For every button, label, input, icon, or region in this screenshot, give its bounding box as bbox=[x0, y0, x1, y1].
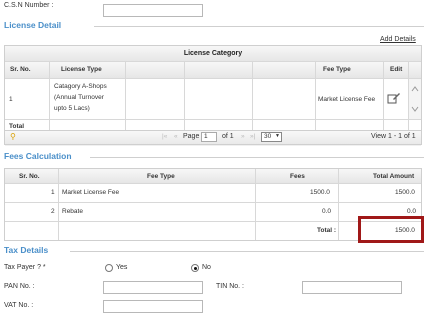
fees-row-fees: 1500.0 bbox=[310, 189, 330, 196]
fees-row-type: Market License Fee bbox=[62, 189, 120, 196]
pan-input[interactable] bbox=[103, 281, 203, 294]
license-row-fee-type: Market License Fee bbox=[318, 96, 376, 103]
license-grid-scrollbar[interactable] bbox=[409, 79, 421, 119]
fees-section-divider bbox=[90, 157, 424, 158]
tax-section-divider bbox=[70, 251, 424, 252]
fees-row-sr: 1 bbox=[51, 189, 55, 196]
fees-section-title: Fees Calculation bbox=[4, 151, 72, 161]
fees-total-label: Total : bbox=[317, 227, 337, 234]
last-page-icon[interactable]: »| bbox=[250, 133, 255, 140]
page-input[interactable]: 1 bbox=[201, 132, 217, 142]
edit-icon[interactable] bbox=[387, 92, 401, 104]
col-sr-no: Sr. No. bbox=[10, 66, 31, 73]
license-row[interactable]: 1 Catagory A-Shops (Annual Turnover upto… bbox=[5, 79, 407, 119]
fees-row-total: 0.0 bbox=[407, 208, 417, 215]
fees-header-row bbox=[5, 169, 421, 183]
view-records-text: View 1 - 1 of 1 bbox=[371, 133, 416, 140]
first-page-icon[interactable]: |« bbox=[162, 133, 167, 140]
total-highlight-box bbox=[358, 216, 424, 243]
tax-payer-no-label: No bbox=[202, 264, 211, 271]
grid-rule bbox=[5, 119, 421, 120]
tax-payer-yes-label: Yes bbox=[116, 264, 128, 271]
vat-label: VAT No. : bbox=[4, 302, 34, 309]
page-label: Page bbox=[183, 133, 200, 140]
vat-input[interactable] bbox=[103, 300, 203, 313]
tax-payer-yes-radio[interactable] bbox=[105, 264, 113, 272]
next-page-icon[interactable]: » bbox=[241, 133, 245, 140]
fees-row-type: Rebate bbox=[62, 208, 83, 215]
license-row-sr: 1 bbox=[9, 96, 13, 103]
fees-col-fees: Fees bbox=[290, 173, 305, 180]
fees-col-total: Total Amount bbox=[373, 173, 415, 180]
page-of-label: of 1 bbox=[222, 133, 234, 140]
col-fee-type: Fee Type bbox=[323, 66, 351, 73]
license-row-type-line2: (Annual Turnover bbox=[54, 94, 104, 101]
pager: ⚲ |« « Page 1 of 1 » »| 30 ▼ View 1 - 1 … bbox=[4, 130, 422, 145]
rows-per-page-select[interactable]: 30 ▼ bbox=[261, 132, 282, 142]
license-section-title: License Detail bbox=[4, 20, 62, 30]
tax-section-title: Tax Details bbox=[4, 245, 49, 255]
pan-label: PAN No. : bbox=[4, 283, 35, 290]
col-license-type: License Type bbox=[61, 66, 102, 73]
tax-payer-label: Tax Payer ? * bbox=[4, 264, 46, 271]
license-total-label: Total bbox=[9, 123, 25, 130]
col-edit: Edit bbox=[390, 66, 403, 73]
csn-label: C.S.N Number : bbox=[4, 2, 54, 9]
search-icon[interactable]: ⚲ bbox=[10, 132, 16, 141]
license-row-type-line3: upto 5 Lacs) bbox=[54, 105, 90, 112]
chevron-down-icon: ▼ bbox=[275, 133, 280, 139]
fees-row-fees: 0.0 bbox=[322, 208, 332, 215]
fees-row[interactable]: 1 Market License Fee 1500.0 1500.0 bbox=[5, 184, 421, 202]
add-details-link[interactable]: Add Details bbox=[380, 36, 416, 43]
rows-per-page-value: 30 bbox=[264, 133, 272, 140]
csn-input[interactable] bbox=[103, 4, 203, 17]
prev-page-icon[interactable]: « bbox=[174, 133, 178, 140]
scroll-arrows-icon bbox=[411, 86, 419, 112]
fees-row-sr: 2 bbox=[51, 208, 55, 215]
license-category-header: License Category bbox=[5, 46, 421, 61]
fees-col-fee-type: Fee Type bbox=[147, 173, 175, 180]
fees-row-total: 1500.0 bbox=[395, 189, 415, 196]
tin-input[interactable] bbox=[302, 281, 402, 294]
tax-payer-no-radio[interactable] bbox=[191, 264, 199, 272]
license-row-type-line1: Catagory A-Shops bbox=[54, 83, 107, 90]
fees-col-sr: Sr. No. bbox=[19, 173, 40, 180]
license-section-divider bbox=[94, 26, 424, 27]
tin-label: TIN No. : bbox=[216, 283, 245, 290]
